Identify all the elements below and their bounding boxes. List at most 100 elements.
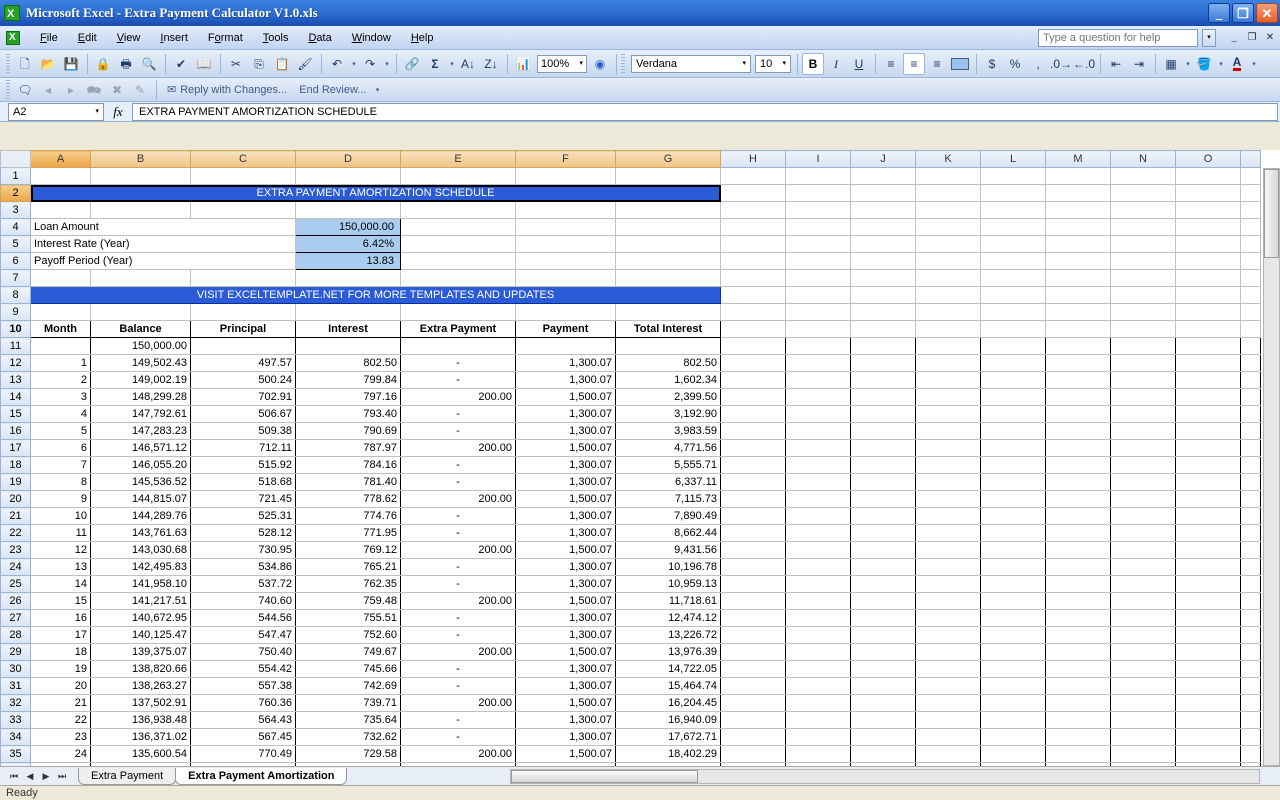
maximize-button[interactable]: ❐ [1232,3,1254,23]
menu-file[interactable]: File [30,30,68,46]
vertical-scrollbar[interactable] [1263,168,1280,766]
menu-tools[interactable]: Tools [253,30,299,46]
mdi-minimize[interactable]: _ [1226,31,1242,45]
percent-icon[interactable]: % [1004,53,1026,75]
review-overflow[interactable]: ▾ [372,79,382,101]
sheet-tab-extra-payment[interactable]: Extra Payment [78,768,176,785]
help-icon[interactable]: ◉ [589,53,611,75]
review-grip[interactable] [6,80,10,100]
print-icon[interactable]: 🖶 [115,53,137,75]
sort-desc-icon[interactable]: Z↓ [480,53,502,75]
undo-dd[interactable]: ▾ [349,53,359,75]
redo-icon[interactable]: ↷ [359,53,381,75]
autosum-icon[interactable]: Σ [424,53,446,75]
show-hide-comment-icon[interactable]: 🗨 [14,79,36,101]
column-header: Extra Payment [401,321,516,338]
ink-icon: ✎ [129,79,151,101]
chart-icon[interactable]: 📊 [512,53,534,75]
status-bar: Ready [0,785,1280,800]
horizontal-scrollbar[interactable] [510,769,1260,784]
worksheet[interactable]: ABCDEFGHIJKLMNO12EXTRA PAYMENT AMORTIZAT… [0,150,1280,766]
param-input[interactable]: 150,000.00 [296,219,401,236]
menu-data[interactable]: Data [298,30,341,46]
dec-decimal-icon[interactable]: ←.0 [1073,53,1095,75]
fill-dd[interactable]: ▾ [1216,53,1226,75]
column-header: Month [31,321,91,338]
tab-first-icon[interactable]: ⏮ [6,768,22,784]
name-box[interactable]: A2▾ [8,103,104,121]
copy-icon[interactable]: ⎘ [248,53,270,75]
inc-decimal-icon[interactable]: .0→ [1050,53,1072,75]
help-dropdown[interactable]: ▾ [1202,29,1216,47]
hyperlink-icon[interactable]: 🔗 [401,53,423,75]
toolbar-grip[interactable] [6,54,10,74]
tab-last-icon[interactable]: ⏭ [54,768,70,784]
prev-comment-icon: ◂ [37,79,59,101]
menu-bar: File Edit View Insert Format Tools Data … [0,26,1280,50]
fontcolor-dd[interactable]: ▾ [1249,53,1259,75]
excel-icon [4,5,20,21]
menu-view[interactable]: View [107,30,151,46]
spelling-icon[interactable]: ✔ [170,53,192,75]
preview-icon[interactable]: 🔍 [138,53,160,75]
param-input[interactable]: 6.42% [296,236,401,253]
dec-indent-icon[interactable]: ⇤ [1105,53,1127,75]
column-header: Payment [516,321,616,338]
param-input[interactable]: 13.83 [296,253,401,270]
menu-insert[interactable]: Insert [150,30,198,46]
open-icon[interactable]: 📂 [37,53,59,75]
zoom-combo[interactable]: 100%▾ [537,55,587,73]
sum-dd[interactable]: ▾ [447,53,457,75]
minimize-button[interactable]: _ [1208,3,1230,23]
fontsize-combo[interactable]: 10▾ [755,55,791,73]
italic-button[interactable]: I [825,53,847,75]
format-painter-icon[interactable]: 🖌 [294,53,316,75]
menu-format[interactable]: Format [198,30,253,46]
column-header: Interest [296,321,401,338]
fill-color-icon[interactable]: 🪣 [1193,53,1215,75]
menu-window[interactable]: Window [342,30,401,46]
research-icon[interactable]: 📖 [193,53,215,75]
doc-icon [6,31,20,45]
formatting-grip[interactable] [621,54,625,74]
column-header: Principal [191,321,296,338]
borders-dd[interactable]: ▾ [1183,53,1193,75]
formula-input[interactable]: EXTRA PAYMENT AMORTIZATION SCHEDULE [132,103,1278,121]
inc-indent-icon[interactable]: ⇥ [1128,53,1150,75]
merge-center-icon[interactable] [949,53,971,75]
tab-next-icon[interactable]: ▶ [38,768,54,784]
save-icon[interactable]: 💾 [60,53,82,75]
permission-icon[interactable]: 🔒 [92,53,114,75]
standard-toolbar: 🗋 📂 💾 🔒 🖶 🔍 ✔ 📖 ✂ ⎘ 📋 🖌 ↶▾ ↷▾ 🔗 Σ▾ A↓ Z↓… [0,50,1280,78]
borders-icon[interactable]: ▦ [1160,53,1182,75]
align-left-icon[interactable]: ≡ [880,53,902,75]
align-center-icon[interactable]: ≡ [903,53,925,75]
param-label: Payoff Period (Year) [31,253,296,270]
undo-icon[interactable]: ↶ [326,53,348,75]
align-right-icon[interactable]: ≡ [926,53,948,75]
bold-button[interactable]: B [802,53,824,75]
tab-prev-icon[interactable]: ◀ [22,768,38,784]
link-banner[interactable]: VISIT EXCELTEMPLATE.NET FOR MORE TEMPLAT… [31,287,721,304]
currency-icon[interactable]: $ [981,53,1003,75]
review-toolbar: 🗨 ◂ ▸ 🗪 ✖ ✎ ✉ Reply with Changes... End … [0,78,1280,102]
comma-icon[interactable]: , [1027,53,1049,75]
cut-icon[interactable]: ✂ [225,53,247,75]
mdi-restore[interactable]: ❐ [1244,31,1260,45]
mdi-close[interactable]: ✕ [1262,31,1278,45]
help-search-input[interactable] [1038,29,1198,47]
underline-button[interactable]: U [848,53,870,75]
menu-help[interactable]: Help [401,30,444,46]
fx-icon[interactable]: fx [108,104,128,120]
title-banner: EXTRA PAYMENT AMORTIZATION SCHEDULE [31,185,721,202]
paste-icon[interactable]: 📋 [271,53,293,75]
end-review: End Review... [299,84,366,96]
font-combo[interactable]: Verdana▾ [631,55,751,73]
sheet-tab-amortization[interactable]: Extra Payment Amortization [175,768,347,785]
close-button[interactable]: ✕ [1256,3,1278,23]
sort-asc-icon[interactable]: A↓ [457,53,479,75]
font-color-icon[interactable]: A [1226,53,1248,75]
new-icon[interactable]: 🗋 [14,53,36,75]
redo-dd[interactable]: ▾ [382,53,392,75]
menu-edit[interactable]: Edit [68,30,107,46]
